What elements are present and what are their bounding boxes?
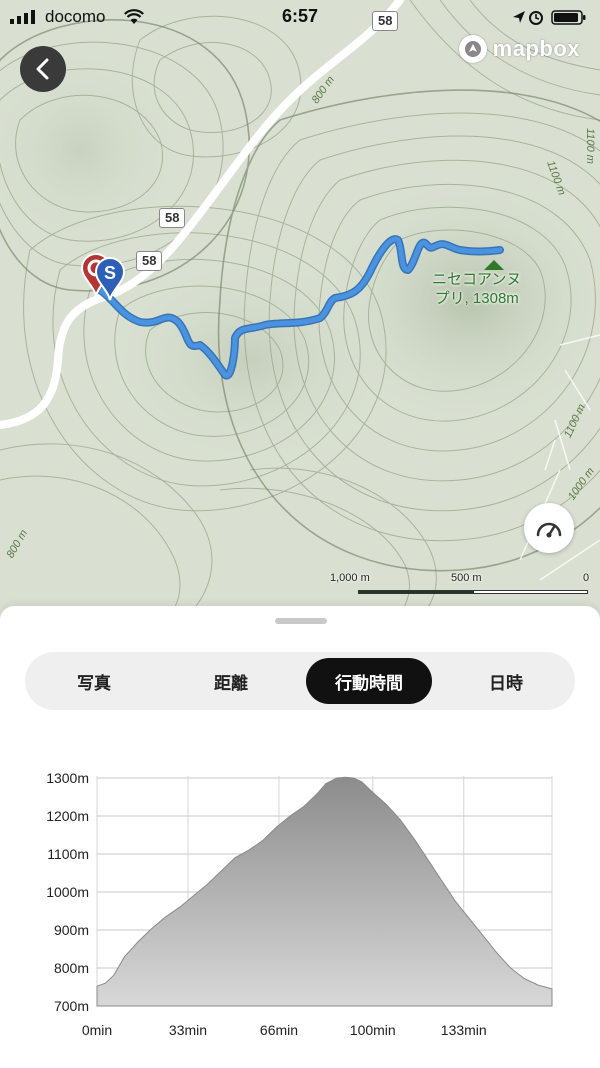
x-tick-label: 0min	[82, 1022, 112, 1038]
x-axis: 0min 33min 66min 100min 133min	[82, 1022, 487, 1038]
y-tick-label: 800m	[54, 960, 89, 976]
speedometer-icon	[536, 522, 562, 538]
tab-datetime[interactable]: 日時	[443, 658, 569, 704]
speedometer-button[interactable]	[524, 503, 574, 553]
location-arrow-icon	[513, 11, 525, 23]
mapbox-attribution[interactable]: mapbox	[458, 33, 580, 65]
mapbox-logo-icon	[458, 35, 487, 63]
bottom-sheet: 写真 距離 行動時間 日時 700m 800m 900m 1000m 1100m 1200…	[0, 606, 600, 1068]
x-tick-label: 33min	[169, 1022, 207, 1038]
route-sign: 58	[136, 251, 163, 271]
x-tick-label: 66min	[260, 1022, 298, 1038]
contour-label: 1100 m	[583, 128, 596, 164]
y-axis: 700m 800m 900m 1000m 1100m 1200m 1300m	[46, 770, 89, 1014]
map-scale: 1,000 m 500 m 0	[320, 572, 590, 598]
topographic-map	[0, 0, 600, 640]
segment-control: 写真 距離 行動時間 日時	[25, 652, 575, 710]
tab-distance[interactable]: 距離	[168, 658, 294, 704]
sheet-drag-handle[interactable]	[275, 618, 327, 624]
y-tick-label: 1300m	[46, 770, 89, 786]
x-tick-label: 100min	[350, 1022, 396, 1038]
map-view[interactable]: docomo 6:57 mapbox 58 58 58 800 m 1100 m…	[0, 0, 600, 640]
x-tick-label: 133min	[441, 1022, 487, 1038]
y-tick-label: 900m	[54, 922, 89, 938]
y-tick-label: 1000m	[46, 884, 89, 900]
route-markers[interactable]: S	[76, 250, 136, 304]
tab-duration[interactable]: 行動時間	[306, 658, 432, 704]
route-sign: 58	[159, 208, 186, 228]
y-tick-label: 1200m	[46, 808, 89, 824]
y-tick-label: 1100m	[47, 846, 89, 862]
start-marker-label: S	[104, 263, 116, 283]
status-bar: docomo 6:57	[0, 0, 600, 34]
back-button[interactable]	[20, 46, 66, 92]
route-sign: 58	[372, 11, 399, 31]
status-right-icons	[513, 10, 586, 25]
tab-photo[interactable]: 写真	[31, 658, 157, 704]
clock: 6:57	[281, 6, 319, 26]
y-tick-label: 700m	[54, 998, 89, 1014]
summit-label[interactable]: ニセコアンヌ プリ, 1308m	[432, 270, 521, 308]
back-icon	[36, 58, 49, 80]
elevation-chart[interactable]: 700m 800m 900m 1000m 1100m 1200m 1300m 0min 33m…	[0, 726, 600, 1068]
